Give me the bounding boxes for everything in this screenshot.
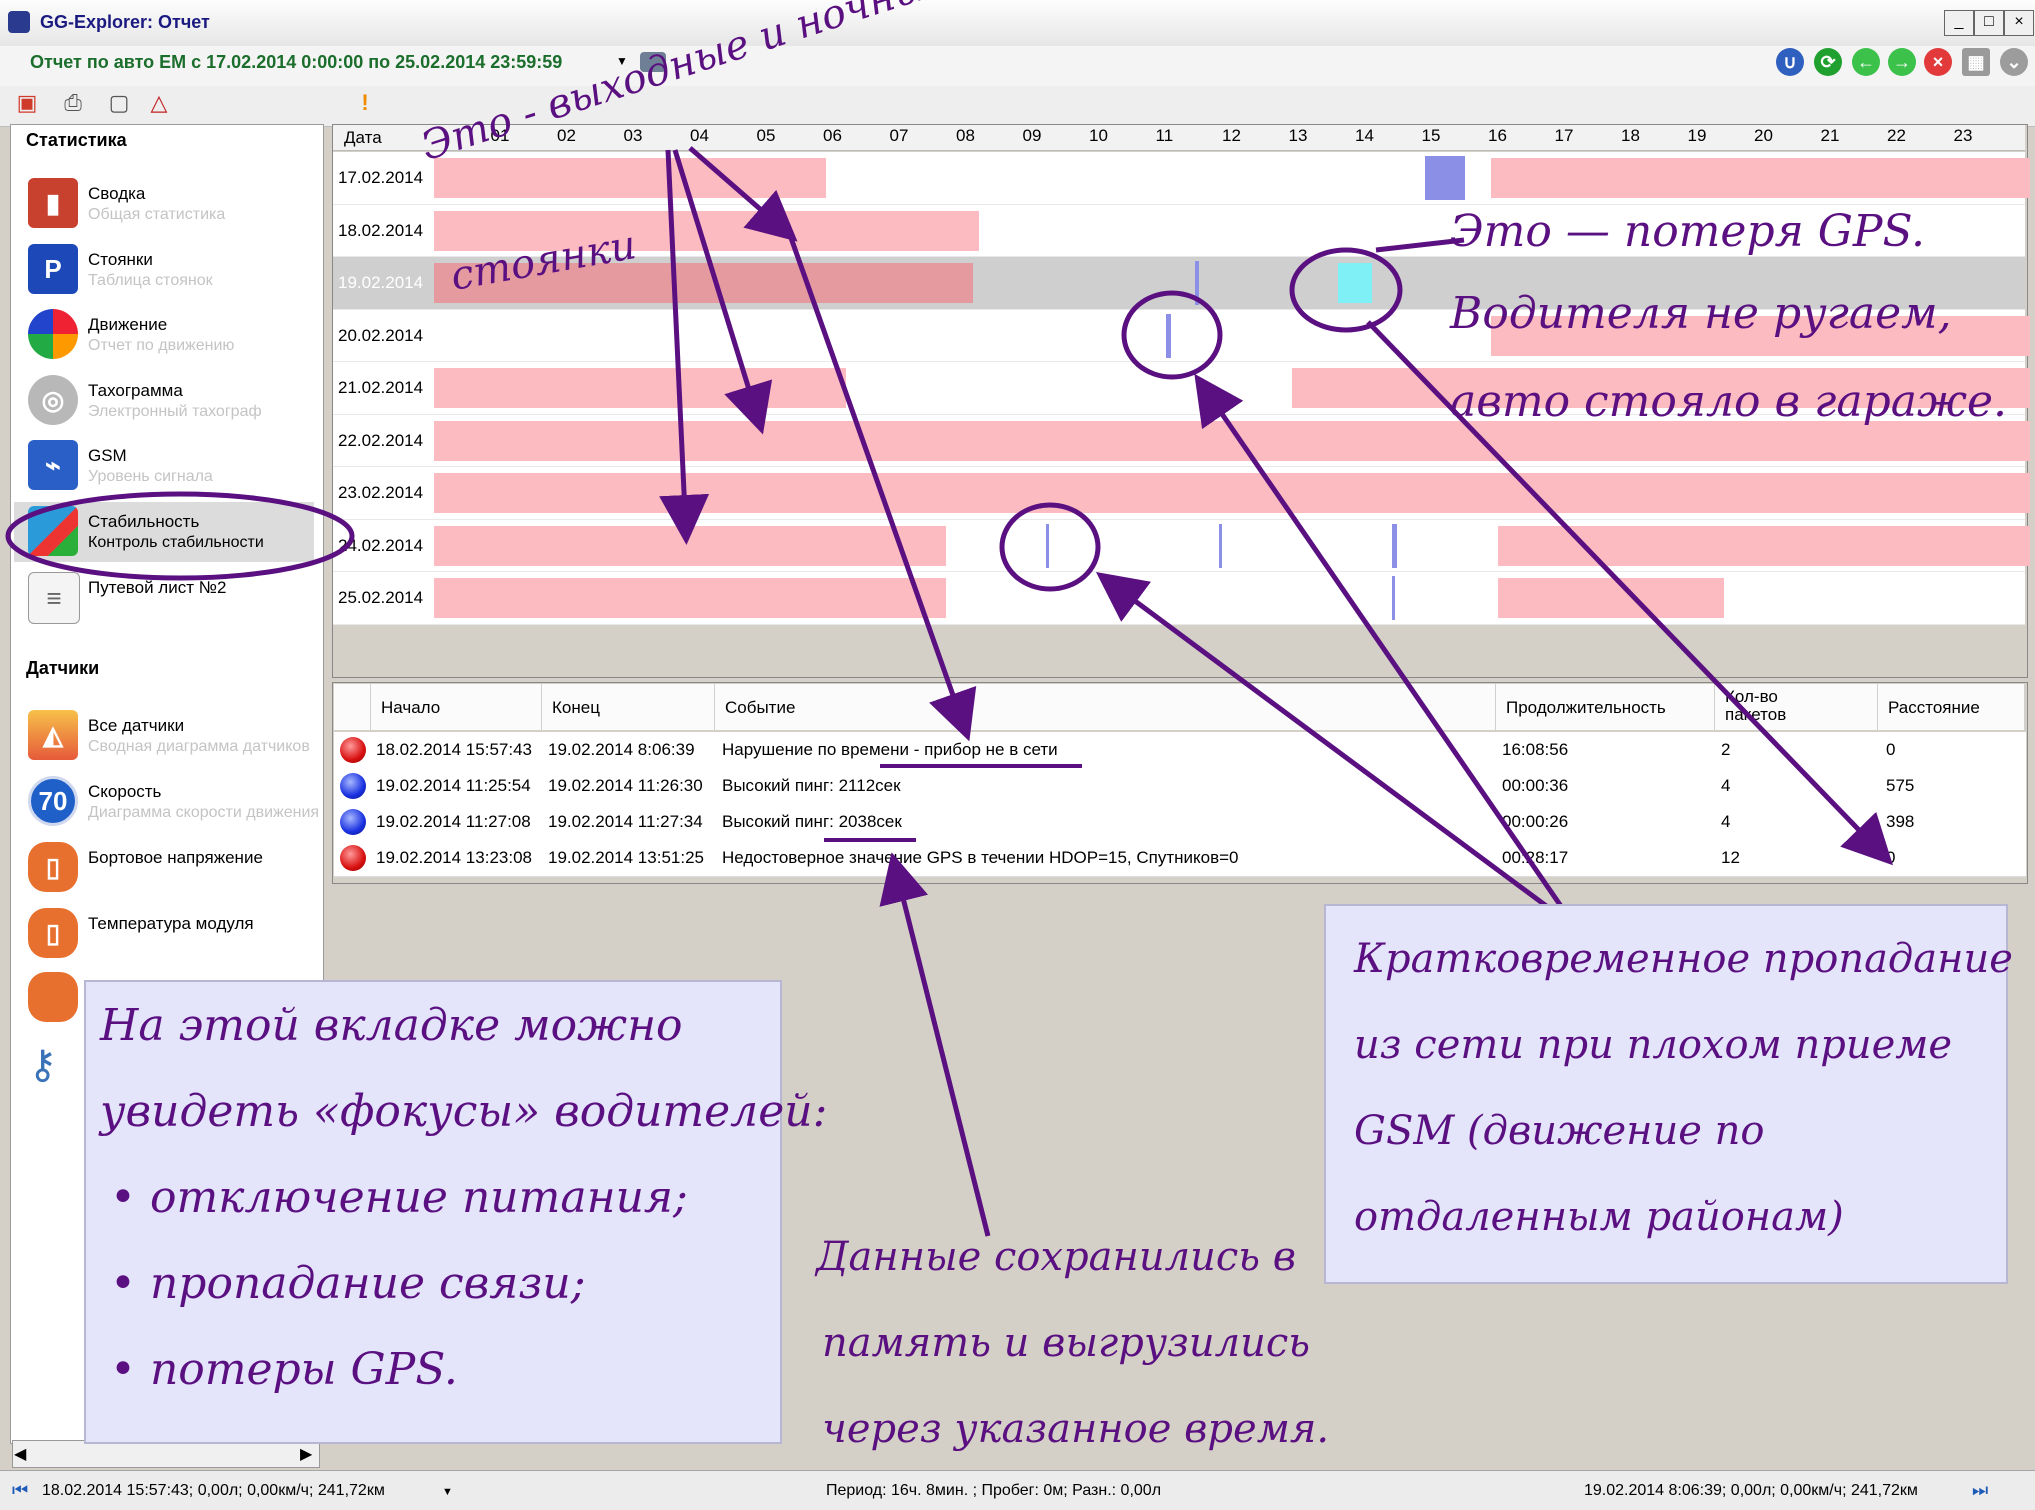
tab-note-line2: увидеть «фокусы» водителей: <box>100 1086 828 1137</box>
gsm-note-line: Кратковременное пропадание <box>1354 936 2013 982</box>
annotation-garage: авто стояло в гараже. <box>1450 376 2008 427</box>
gsm-note-line: отдаленным районам) <box>1354 1194 1844 1240</box>
annotation-gps-loss: Это — потеря GPS. <box>1450 206 1926 257</box>
tab-note-bullet: • потеры GPS. <box>110 1344 458 1395</box>
memory-note-line: память и выгрузились <box>822 1320 1311 1366</box>
memory-note-line: через указанное время. <box>822 1406 1330 1452</box>
tab-note-bullet: • отключение питания; <box>110 1172 688 1223</box>
annotation-driver-ok: Водителя не ругаем, <box>1450 288 1952 339</box>
tab-note-bullet: • пропадание связи; <box>110 1258 586 1309</box>
gsm-note-line: GSM (движение по <box>1354 1108 1765 1154</box>
tab-note-line1: На этой вкладке можно <box>100 1000 683 1051</box>
memory-note-line: Данные сохранились в <box>816 1234 1297 1280</box>
gsm-note-line: из сети при плохом приеме <box>1354 1022 1953 1068</box>
